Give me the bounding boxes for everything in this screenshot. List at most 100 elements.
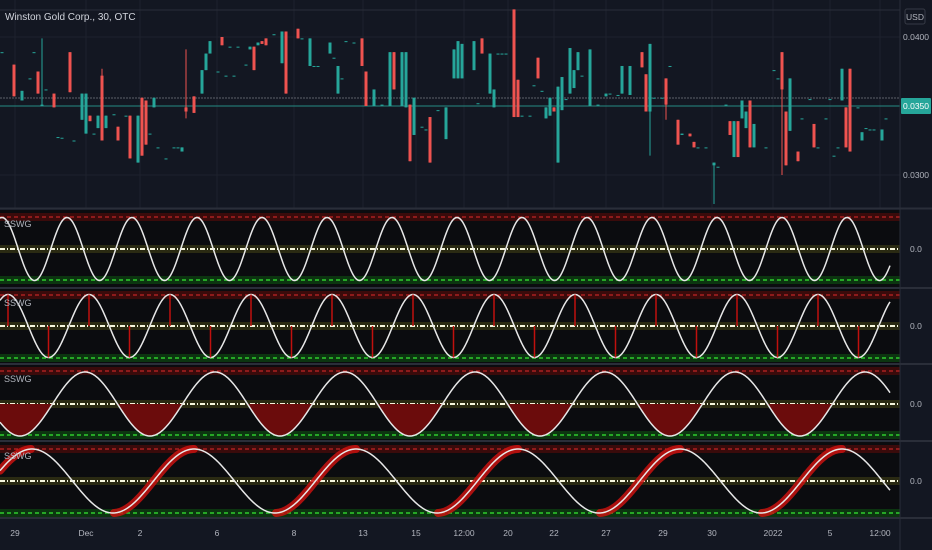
indicator-label[interactable]: SSWG: [4, 219, 32, 229]
candle-body: [284, 31, 288, 94]
candle-body: [732, 121, 736, 158]
candle-body: [68, 52, 72, 93]
candle: [444, 107, 448, 140]
candle: [748, 100, 752, 148]
candle: [652, 97, 656, 99]
indicator-label[interactable]: SSWG: [4, 298, 32, 308]
candle-body: [688, 133, 692, 137]
candle: [552, 107, 556, 112]
candle: [628, 65, 632, 95]
candle-body: [328, 42, 332, 54]
candle-body: [404, 52, 408, 108]
candle-body: [40, 104, 44, 106]
candle-body: [232, 75, 236, 77]
time-tick-label: 2022: [764, 528, 783, 538]
time-tick-label: 12:00: [869, 528, 891, 538]
candle: [728, 121, 732, 135]
candle: [848, 68, 852, 152]
candle-body: [56, 137, 60, 139]
candle-body: [72, 140, 76, 142]
time-tick-label: 13: [358, 528, 368, 538]
candle: [556, 86, 560, 163]
candle-body: [784, 111, 788, 166]
candle-body: [608, 93, 612, 95]
candle-body: [552, 107, 556, 112]
candle-body: [544, 107, 548, 119]
candle-body: [52, 93, 56, 108]
candle: [28, 78, 32, 80]
candle-body: [152, 97, 156, 108]
sswg-pane-4[interactable]: SSWG 0.0: [0, 442, 932, 519]
candle: [764, 147, 768, 149]
candle-body: [372, 89, 376, 106]
candle-body: [716, 166, 720, 168]
candle-body: [164, 158, 168, 160]
indicator-label[interactable]: SSWG: [4, 374, 32, 384]
candle-body: [504, 53, 508, 55]
candle: [284, 31, 288, 94]
candle: [360, 38, 364, 66]
candle-body: [36, 71, 40, 94]
symbol-title: Winston Gold Corp., 30, OTC: [5, 12, 136, 23]
candle: [252, 46, 256, 71]
candle-body: [540, 90, 544, 92]
last-price-label: 0.0350: [903, 101, 929, 111]
candle-body: [660, 97, 664, 99]
candle-body: [208, 41, 212, 54]
candle-body: [300, 38, 304, 40]
candle-body: [692, 141, 696, 148]
candle-body: [640, 52, 644, 68]
candle: [144, 100, 148, 145]
candle-body: [12, 64, 16, 97]
candle: [456, 41, 460, 79]
candle: [868, 129, 872, 131]
candle-body: [880, 129, 884, 141]
candle-body: [496, 53, 500, 55]
candle: [528, 115, 532, 117]
candle-body: [444, 107, 448, 140]
candle-body: [260, 41, 264, 44]
candle-body: [104, 115, 108, 129]
currency-button[interactable]: USD: [904, 8, 926, 25]
candle-body: [264, 38, 268, 46]
candle-body: [80, 93, 84, 120]
sswg-pane-3[interactable]: SSWG 0.0: [0, 365, 932, 442]
candle: [580, 75, 584, 77]
candle-body: [412, 97, 416, 135]
candle-body: [872, 129, 876, 131]
sswg-pane-1[interactable]: SSWG 0.0: [0, 210, 932, 289]
sswg-pane-2[interactable]: SSWG 0.0: [0, 289, 932, 365]
candle: [884, 118, 888, 120]
candle-body: [648, 43, 652, 112]
candle-body: [812, 123, 816, 148]
candle: [12, 64, 16, 97]
candle: [192, 96, 196, 113]
candle-body: [216, 71, 220, 73]
time-tick-label: 12:00: [453, 528, 475, 538]
candle: [620, 65, 624, 94]
chart-canvas[interactable]: Winston Gold Corp., 30, OTC SSWG 0.0 SSWG 0…: [0, 0, 932, 550]
candle: [140, 97, 144, 156]
candle-body: [352, 42, 356, 44]
candle: [856, 107, 860, 109]
candle: [60, 137, 64, 139]
candle: [424, 129, 428, 131]
candle: [216, 71, 220, 73]
candle: [128, 115, 132, 159]
candle: [256, 42, 260, 46]
indicator-label[interactable]: SSWG: [4, 451, 32, 461]
time-tick-label: 15: [411, 528, 421, 538]
price-tick: 0.0300: [903, 170, 929, 180]
candle-body: [452, 49, 456, 79]
candle-body: [680, 133, 684, 135]
candle: [156, 147, 160, 149]
candle: [872, 129, 876, 131]
candle-body: [568, 48, 572, 94]
candle-body: [176, 147, 180, 149]
candle-body: [556, 86, 560, 163]
candle: [480, 38, 484, 54]
candle: [492, 89, 496, 108]
candle: [0, 52, 4, 54]
candle-body: [392, 52, 396, 90]
candle: [392, 52, 396, 90]
